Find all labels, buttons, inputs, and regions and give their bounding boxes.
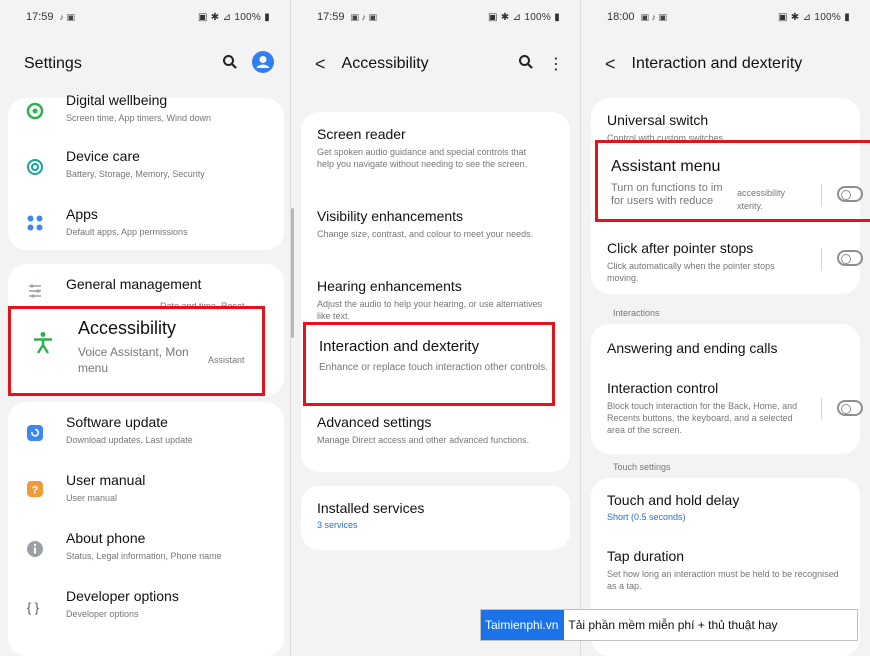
settings-panel: 17:59 ♪ ▣ ▣ ✱ ⊿ 100% ▮ Settings Digital … <box>0 0 290 656</box>
settings-card-bottom: Software update Download updates, Last u… <box>8 402 284 656</box>
settings-item-digital-wellbeing[interactable]: Digital wellbeing Screen time, App timer… <box>8 92 284 128</box>
settings-item-accessibility[interactable]: Accessibility Voice Assistant, Mon menu … <box>0 318 290 378</box>
status-bar: 17:59 ▣ ♪ ▣ ▣ ✱ ⊿ 100% ▮ <box>317 11 560 23</box>
watermark-banner: Taimienphi.vn Tải phần mềm miễn phí + th… <box>480 609 858 641</box>
settings-item-apps[interactable]: Apps Default apps, App permissions <box>8 206 284 246</box>
accessibility-item-interaction-and-dexterity[interactable]: Interaction and dexterity Enhance or rep… <box>301 338 570 388</box>
click-after-toggle[interactable] <box>837 250 863 266</box>
status-battery: ▣ ✱ ⊿ 100% ▮ <box>197 11 270 23</box>
settings-item-user-manual[interactable]: ? User manual User manual <box>8 472 284 512</box>
item-touch-and-hold-delay[interactable]: Touch and hold delay Short (0.5 seconds) <box>591 492 860 532</box>
page-title: Interaction and dexterity <box>631 55 803 72</box>
item-answering-ending-calls[interactable]: Answering and ending calls <box>591 340 860 364</box>
status-battery: ▣ ✱ ⊿ 100% ▮ <box>487 11 560 23</box>
status-bar: 18:00 ▣ ♪ ▣ ▣ ✱ ⊿ 100% ▮ <box>607 11 850 23</box>
app-bar: Settings <box>0 44 290 84</box>
item-assistant-menu[interactable]: Assistant menu Turn on functions to im f… <box>591 158 863 218</box>
brand-label: Taimienphi.vn <box>481 610 565 640</box>
dexterity-card-top: Universal switch Control with custom swi… <box>591 98 863 294</box>
accessibility-card: Screen reader Get spoken audio guidance … <box>301 112 570 472</box>
item-universal-switch[interactable]: Universal switch Control with custom swi… <box>591 112 860 143</box>
item-tap-duration[interactable]: Tap duration Set how long an interaction… <box>591 548 860 598</box>
status-time: 18:00 <box>607 11 635 23</box>
back-arrow-icon[interactable]: < <box>315 54 326 75</box>
info-icon <box>24 538 46 560</box>
user-manual-icon: ? <box>24 478 46 500</box>
status-time: 17:59 <box>26 11 54 23</box>
software-update-icon <box>24 422 46 444</box>
item-interaction-control[interactable]: Interaction control Block touch interact… <box>591 380 863 444</box>
settings-item-developer-options[interactable]: { } Developer options Developer options <box>8 588 284 628</box>
accessibility-item-installed-services[interactable]: Installed services 3 services <box>301 500 570 540</box>
app-bar: < Accessibility ⋮ <box>291 44 580 84</box>
settings-item-device-care[interactable]: Device care Battery, Storage, Memory, Se… <box>8 148 284 188</box>
profile-avatar-icon[interactable] <box>252 50 274 78</box>
status-battery: ▣ ✱ ⊿ 100% ▮ <box>777 11 850 23</box>
settings-item-software-update[interactable]: Software update Download updates, Last u… <box>8 414 284 454</box>
accessibility-item-visibility-enhancements[interactable]: Visibility enhancements Change size, con… <box>301 208 570 258</box>
accessibility-icon <box>30 330 56 356</box>
slogan-label: Tải phần mềm miễn phí + thủ thuật hay <box>568 618 778 632</box>
app-bar: < Interaction and dexterity <box>581 44 870 84</box>
dexterity-card-interactions: Answering and ending calls Interaction c… <box>591 324 863 454</box>
braces-icon: { } <box>26 599 40 615</box>
page-title: Accessibility <box>341 55 429 72</box>
accessibility-item-screen-reader[interactable]: Screen reader Get spoken audio guidance … <box>301 126 570 188</box>
status-bar: 17:59 ♪ ▣ ▣ ✱ ⊿ 100% ▮ <box>26 11 270 23</box>
scrollbar[interactable] <box>291 208 294 338</box>
accessibility-item-advanced-settings[interactable]: Advanced settings Manage Direct access a… <box>301 414 570 464</box>
page-title: Settings <box>24 55 82 72</box>
section-interactions: Interactions <box>613 308 660 318</box>
apps-icon <box>24 212 46 234</box>
interaction-control-toggle[interactable] <box>837 400 863 416</box>
settings-item-general-management[interactable]: General management Date and time, Reset <box>8 276 284 312</box>
item-click-after-pointer-stops[interactable]: Click after pointer stops Click automati… <box>591 240 863 290</box>
search-icon[interactable] <box>518 54 534 75</box>
settings-item-about-phone[interactable]: About phone Status, Legal information, P… <box>8 530 284 570</box>
back-arrow-icon[interactable]: < <box>605 54 616 75</box>
general-management-icon <box>24 280 46 302</box>
search-icon[interactable] <box>222 54 238 75</box>
digital-wellbeing-icon <box>24 100 46 122</box>
interaction-panel: 18:00 ▣ ♪ ▣ ▣ ✱ ⊿ 100% ▮ < Interaction a… <box>580 0 870 656</box>
more-options-icon[interactable]: ⋮ <box>548 54 564 74</box>
accessibility-panel: 17:59 ▣ ♪ ▣ ▣ ✱ ⊿ 100% ▮ < Accessibility… <box>290 0 580 656</box>
device-care-icon <box>24 156 46 178</box>
svg-text:?: ? <box>32 485 39 497</box>
settings-card-top: Digital wellbeing Screen time, App timer… <box>8 92 284 250</box>
accessibility-item-hearing-enhancements[interactable]: Hearing enhancements Adjust the audio to… <box>301 278 570 328</box>
assistant-menu-toggle[interactable] <box>837 186 863 202</box>
installed-services-card: Installed services 3 services <box>301 486 570 550</box>
section-touch-settings: Touch settings <box>613 462 671 472</box>
status-time: 17:59 <box>317 11 345 23</box>
